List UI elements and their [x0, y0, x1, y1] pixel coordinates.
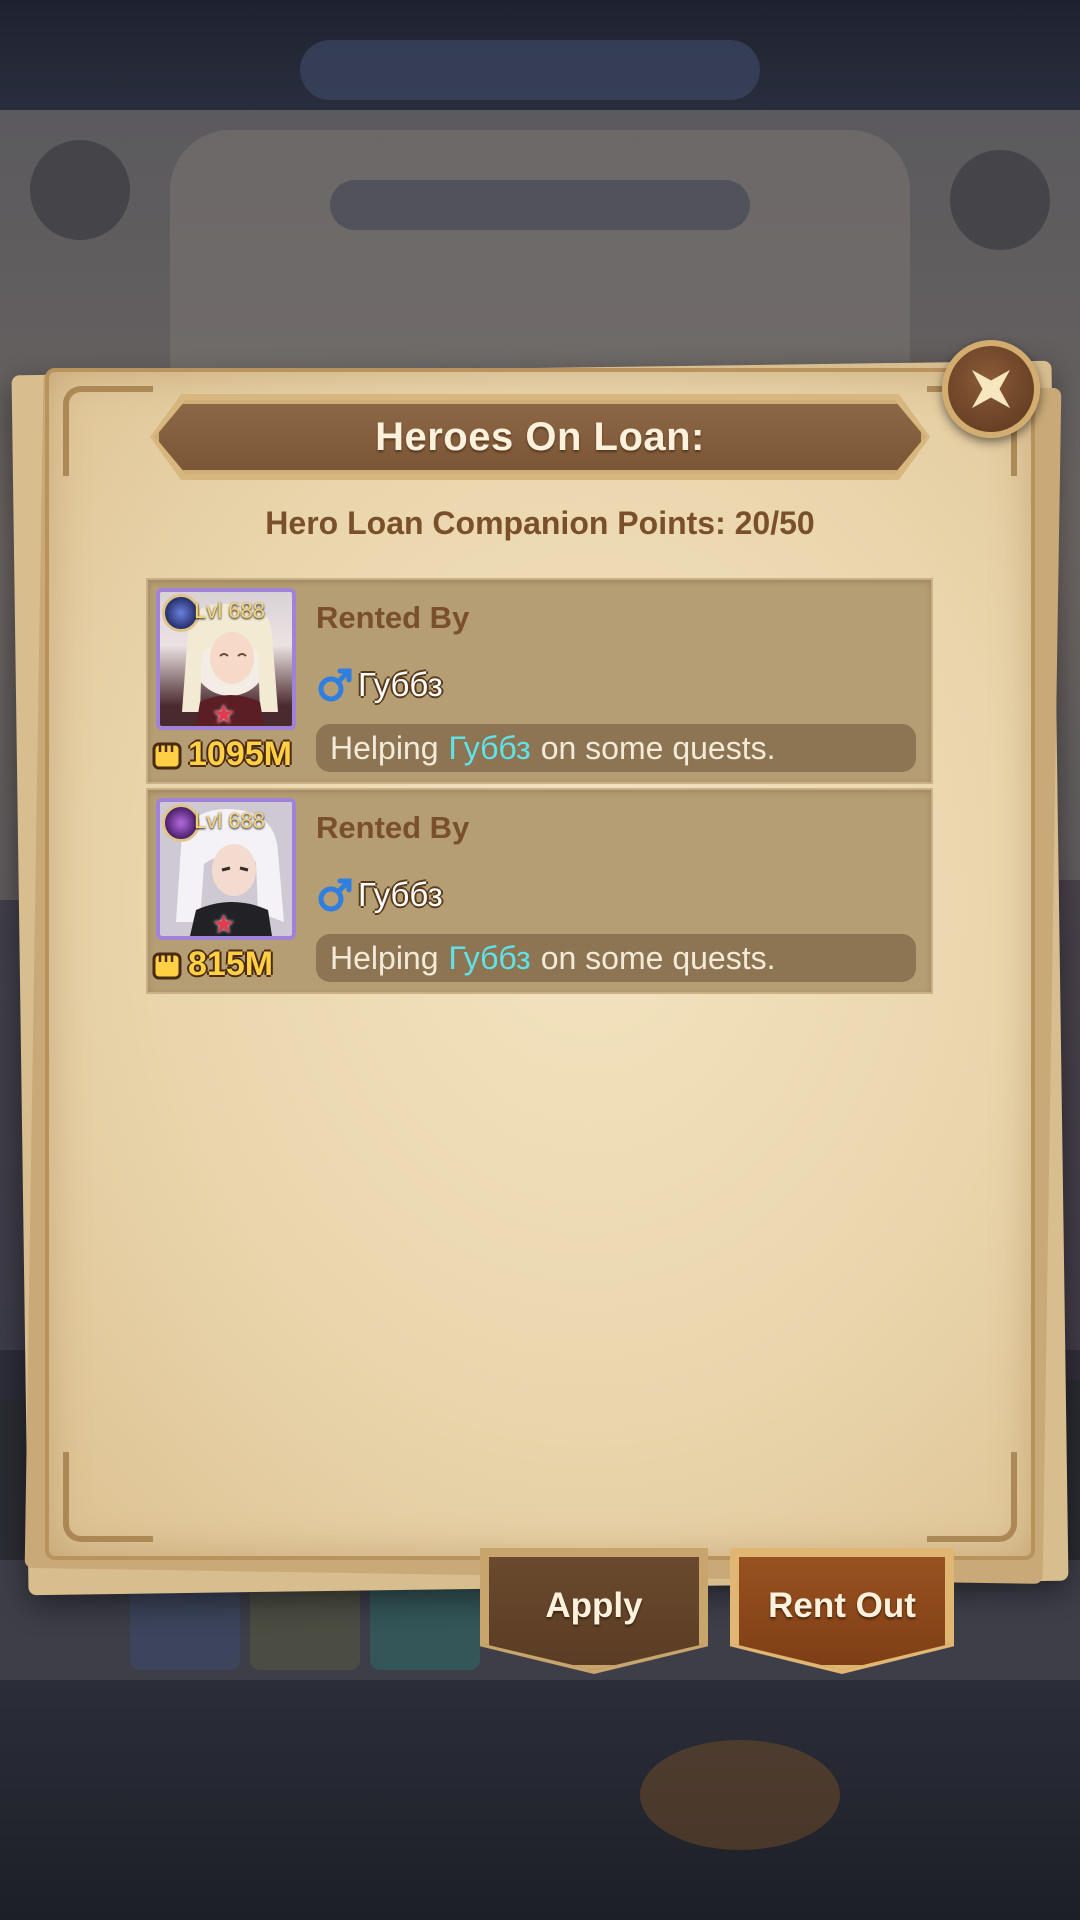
hero-power: 815M [150, 942, 273, 986]
message-suffix: on some quests. [540, 729, 776, 766]
hero-power-value: 1095M [188, 734, 292, 773]
rented-by-label: Rented By [316, 600, 470, 635]
bg-left-orb [30, 140, 130, 240]
loan-message: Helping Губбз on some quests. [316, 724, 916, 772]
bg-arch [170, 130, 910, 370]
hero-portrait[interactable]: Lvl 688 ★ [156, 798, 296, 940]
message-prefix: Helping [330, 939, 439, 976]
hero-portrait[interactable]: Lvl 688 ★ [156, 588, 296, 730]
corner-ornament [63, 1452, 153, 1542]
dialog-title: Heroes On Loan: [375, 414, 705, 459]
bg-top-banner [300, 40, 760, 100]
fist-icon [152, 952, 182, 980]
renter-name[interactable]: Губбз [358, 876, 443, 914]
hero-level: Lvl 688 [194, 808, 265, 833]
loan-message: Helping Губбз on some quests. [316, 934, 916, 982]
hero-level: Lvl 688 [194, 598, 265, 623]
corner-ornament [927, 1452, 1017, 1542]
renter-name[interactable]: Губбз [358, 666, 443, 704]
renter: Губбз [316, 876, 443, 914]
message-suffix: on some quests. [540, 939, 776, 976]
message-renter-name: Губбз [448, 939, 531, 976]
fist-icon [152, 742, 182, 770]
message-prefix: Helping [330, 729, 439, 766]
star-icon: ★ [212, 700, 236, 730]
hero-power-value: 815M [188, 944, 274, 983]
male-icon [318, 668, 352, 702]
renter: Губбз [316, 666, 443, 704]
companion-points: Hero Loan Companion Points: 20/50 [265, 505, 815, 541]
rented-by-label: Rented By [316, 810, 470, 845]
close-icon [971, 369, 1011, 409]
bg-right-orb [950, 150, 1050, 250]
bg-glow [640, 1740, 840, 1850]
star-icon: ★ [212, 910, 236, 940]
loan-row[interactable]: Lvl 688 ★ 815M Rented By Губбз Helping Г… [146, 788, 933, 994]
bg-arch-slot [330, 180, 750, 230]
close-button[interactable] [942, 340, 1040, 438]
bg-bottom-nav [0, 1680, 1080, 1920]
male-icon [318, 878, 352, 912]
message-renter-name: Губбз [448, 729, 531, 766]
corner-ornament [63, 386, 153, 476]
loan-row[interactable]: Lvl 688 ★ 1095M Rented By Губбз Helping … [146, 578, 933, 784]
hero-power: 1095M [150, 732, 292, 776]
